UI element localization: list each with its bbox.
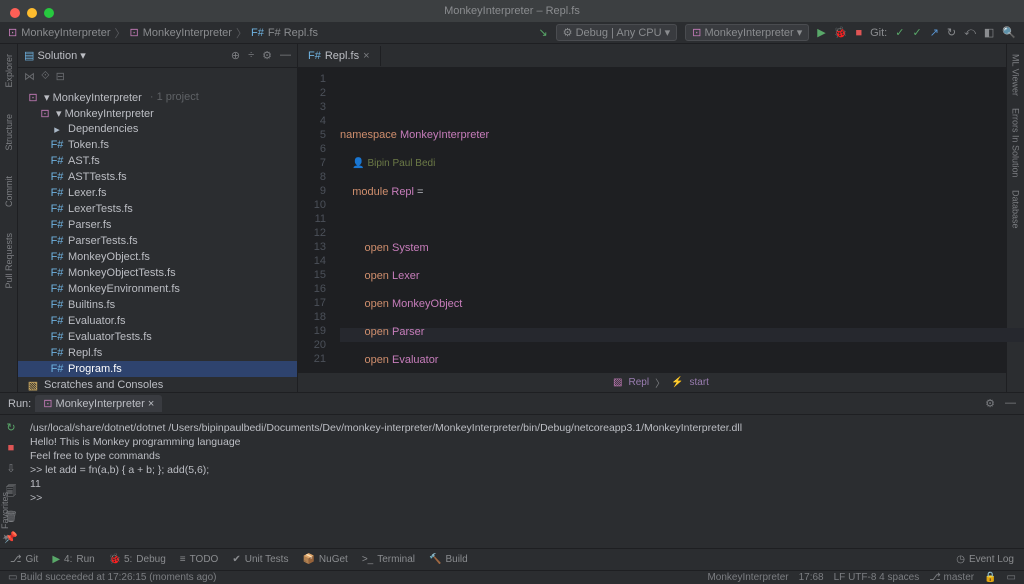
tree-item[interactable]: F#Evaluator.fs xyxy=(18,313,297,329)
bottom-tool-bar: ⎇ Git ▶ 4: Run 🐞 5: Debug ≡ TODO ✔ Unit … xyxy=(0,548,1024,570)
bt-run[interactable]: ▶ 4: Run xyxy=(52,554,94,565)
git-pull-icon[interactable]: ✓ xyxy=(895,26,904,39)
debug-icon[interactable]: 🐞 xyxy=(834,26,848,39)
status-encoding[interactable]: LF UTF-8 4 spaces xyxy=(834,572,920,583)
tree-item[interactable]: F#Program.fs xyxy=(18,361,297,377)
run-config[interactable]: ⚙ Debug | Any CPU ▾ xyxy=(556,24,678,41)
event-log[interactable]: ◷ Event Log xyxy=(956,554,1014,565)
left-tool-rail: Explorer Structure Commit Pull Requests xyxy=(0,44,18,392)
window-title: MonkeyInterpreter – Repl.fs xyxy=(444,5,580,17)
tree-item[interactable]: F#Token.fs xyxy=(18,137,297,153)
tree-item[interactable]: F#MonkeyObject.fs xyxy=(18,249,297,265)
tree-toggle-icon[interactable]: ⋈ xyxy=(24,70,35,83)
tree-filter-icon[interactable]: ⟐ xyxy=(41,70,50,83)
tree-item[interactable]: ▧Scratches and Consoles xyxy=(18,377,297,392)
git-history-icon[interactable]: ↻ xyxy=(947,26,956,39)
sidebar-title: Solution xyxy=(37,50,77,62)
rail-favorites[interactable]: ★ Favorites xyxy=(0,486,10,548)
tree-item[interactable]: ⊡▾ MonkeyInterpreter xyxy=(18,105,297,121)
status-bar: ▭ Build succeeded at 17:26:15 (moments a… xyxy=(0,570,1024,584)
tree-item[interactable]: F#MonkeyEnvironment.fs xyxy=(18,281,297,297)
tree-sort-icon[interactable]: ⊟ xyxy=(56,70,65,83)
status-time: 17:68 xyxy=(799,572,824,583)
git-revert-icon[interactable]: ⤺ xyxy=(964,26,976,39)
run-tab[interactable]: ⊡ MonkeyInterpreter × xyxy=(35,395,162,412)
bt-todo[interactable]: ≡ TODO xyxy=(180,554,219,565)
tree-item[interactable]: F#AST.fs xyxy=(18,153,297,169)
bt-terminal[interactable]: >_ Terminal xyxy=(362,554,415,565)
tree-item[interactable]: F#MonkeyObjectTests.fs xyxy=(18,265,297,281)
rerun-icon[interactable]: ↻ xyxy=(6,421,15,434)
bt-git[interactable]: ⎇ Git xyxy=(10,554,38,565)
close-icon[interactable]: × xyxy=(363,50,369,62)
git-label: Git: xyxy=(870,27,887,39)
bt-debug[interactable]: 🐞 5: Debug xyxy=(109,554,166,565)
run-icon[interactable]: ▶ xyxy=(817,26,825,39)
editor-tab[interactable]: F# Repl.fs × xyxy=(298,46,381,66)
target-icon[interactable]: ⊕ xyxy=(231,49,240,62)
window-controls[interactable] xyxy=(10,8,54,18)
tree-item[interactable]: F#Repl.fs xyxy=(18,345,297,361)
bt-nuget[interactable]: 📦 NuGet xyxy=(302,554,347,565)
hide-icon[interactable]: — xyxy=(1005,397,1016,410)
stop-icon[interactable]: ■ xyxy=(855,27,862,39)
git-commit-icon[interactable]: ✓ xyxy=(912,26,921,39)
rail-explorer[interactable]: Explorer xyxy=(4,48,14,94)
tree-item[interactable]: F#ASTTests.fs xyxy=(18,169,297,185)
build-status: ▭ Build succeeded at 17:26:15 (moments a… xyxy=(8,572,216,583)
run-panel: Run: ⊡ MonkeyInterpreter × ⚙ — ↻ ■ ⇩ 🗐 🗑… xyxy=(0,392,1024,544)
rail-pull-requests[interactable]: Pull Requests xyxy=(4,227,14,295)
configure-icon[interactable]: ◧ xyxy=(984,26,994,39)
rail-commit[interactable]: Commit xyxy=(4,170,14,213)
editor: F# Repl.fs × 123456789101112131415161718… xyxy=(298,44,1024,392)
file-tree[interactable]: ⊡▾ MonkeyInterpreter· 1 project⊡▾ Monkey… xyxy=(18,85,297,392)
tree-item[interactable]: ▸ Dependencies xyxy=(18,121,297,137)
editor-nav-crumb[interactable]: ▨Repl 〉 ⚡start xyxy=(298,372,1024,392)
tree-item[interactable]: F#Lexer.fs xyxy=(18,185,297,201)
down-icon[interactable]: ⇩ xyxy=(6,462,15,475)
tree-item[interactable]: F#ParserTests.fs xyxy=(18,233,297,249)
console-output[interactable]: /usr/local/share/dotnet/dotnet /Users/bi… xyxy=(22,415,1024,533)
run-target[interactable]: ⊡ MonkeyInterpreter ▾ xyxy=(685,24,809,41)
git-push-icon[interactable]: ↗ xyxy=(930,26,939,39)
tree-item[interactable]: F#Builtins.fs xyxy=(18,297,297,313)
code-area[interactable]: namespace MonkeyInterpreter 👤 Bipin Paul… xyxy=(332,68,1024,372)
title-bar: MonkeyInterpreter – Repl.fs xyxy=(0,0,1024,22)
status-lock-icon[interactable]: 🔒 xyxy=(984,572,996,583)
rail-errors[interactable]: Errors In Solution xyxy=(1011,102,1021,184)
rail-ml-viewer[interactable]: ML Viewer xyxy=(1011,48,1021,102)
nav-bar: ⊡ MonkeyInterpreter〉 ⊡ MonkeyInterpreter… xyxy=(0,22,1024,44)
breadcrumb[interactable]: ⊡ MonkeyInterpreter〉 ⊡ MonkeyInterpreter… xyxy=(8,25,318,41)
line-gutter: 123456789101112131415161718192021 xyxy=(298,68,332,372)
tree-item[interactable]: ⊡▾ MonkeyInterpreter· 1 project xyxy=(18,89,297,105)
solution-explorer: ▤ Solution ▾ ⊕ ÷ ⚙ — ⋈ ⟐ ⊟ ⊡▾ MonkeyInte… xyxy=(18,44,298,392)
hammer-icon[interactable]: ↘ xyxy=(538,26,547,39)
tree-item[interactable]: F#Parser.fs xyxy=(18,217,297,233)
bt-build[interactable]: 🔨 Build xyxy=(429,554,468,565)
run-title: Run: xyxy=(8,398,31,410)
stop-icon[interactable]: ■ xyxy=(8,442,15,454)
hide-icon[interactable]: — xyxy=(280,49,291,62)
status-project[interactable]: MonkeyInterpreter xyxy=(707,572,788,583)
tree-item[interactable]: F#LexerTests.fs xyxy=(18,201,297,217)
rail-structure[interactable]: Structure xyxy=(4,108,14,157)
status-cpu-icon[interactable]: ▭ xyxy=(1007,572,1016,583)
gear-icon[interactable]: ⚙ xyxy=(985,397,995,410)
status-branch[interactable]: ⎇ master xyxy=(929,572,974,583)
bt-unit-tests[interactable]: ✔ Unit Tests xyxy=(232,554,288,565)
tree-item[interactable]: F#EvaluatorTests.fs xyxy=(18,329,297,345)
collapse-icon[interactable]: ÷ xyxy=(248,49,254,62)
search-icon[interactable]: 🔍 xyxy=(1002,26,1016,39)
gear-icon[interactable]: ⚙ xyxy=(262,49,272,62)
